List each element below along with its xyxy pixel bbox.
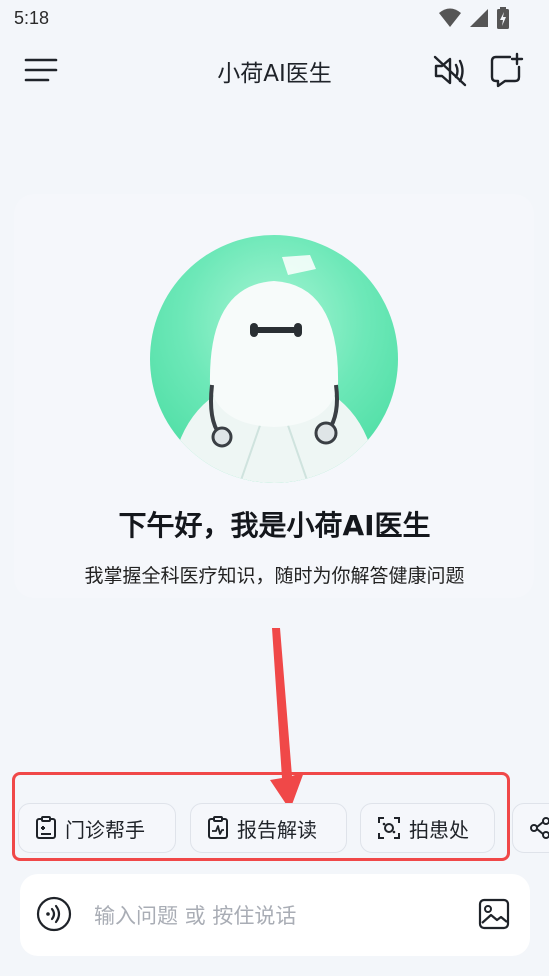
battery-icon (497, 7, 509, 29)
input-bar (20, 874, 530, 956)
voice-button[interactable] (36, 896, 74, 934)
signal-icon (470, 9, 488, 27)
new-chat-icon (490, 52, 524, 88)
voice-icon (36, 896, 72, 932)
new-chat-button[interactable] (488, 52, 526, 90)
greeting-subtitle: 我掌握全科医疗知识，随时为你解答健康问题 (84, 565, 465, 587)
report-icon (208, 816, 228, 839)
top-bar: 小荷AI医生 (0, 38, 549, 106)
image-icon (478, 898, 510, 930)
chip-label: 门诊帮手 (65, 817, 145, 842)
quick-actions-row: 门诊帮手 报告解读 拍患处 (18, 803, 549, 853)
image-upload-button[interactable] (478, 898, 512, 932)
clipboard-icon (36, 816, 56, 839)
doctor-avatar (150, 235, 398, 483)
status-time: 5:18 (14, 8, 50, 28)
doctor-mascot-illustration (170, 255, 378, 483)
share-icon (530, 817, 549, 839)
question-input[interactable] (92, 894, 476, 938)
wifi-icon (439, 8, 461, 27)
chip-label: 拍患处 (409, 817, 469, 842)
greeting-heading: 下午好，我是小荷AI医生 (118, 509, 431, 542)
chip-more-share[interactable] (512, 803, 549, 853)
mute-button[interactable] (432, 54, 470, 90)
status-icons (439, 7, 509, 29)
chip-photo-affected-area[interactable]: 拍患处 (360, 803, 495, 853)
chip-label: 报告解读 (237, 817, 317, 842)
status-bar: 5:18 (0, 0, 549, 38)
chip-report-interpretation[interactable]: 报告解读 (190, 803, 347, 853)
camera-scan-icon (378, 817, 400, 839)
chip-clinic-assistant[interactable]: 门诊帮手 (18, 803, 176, 853)
speaker-muted-icon (433, 55, 467, 87)
